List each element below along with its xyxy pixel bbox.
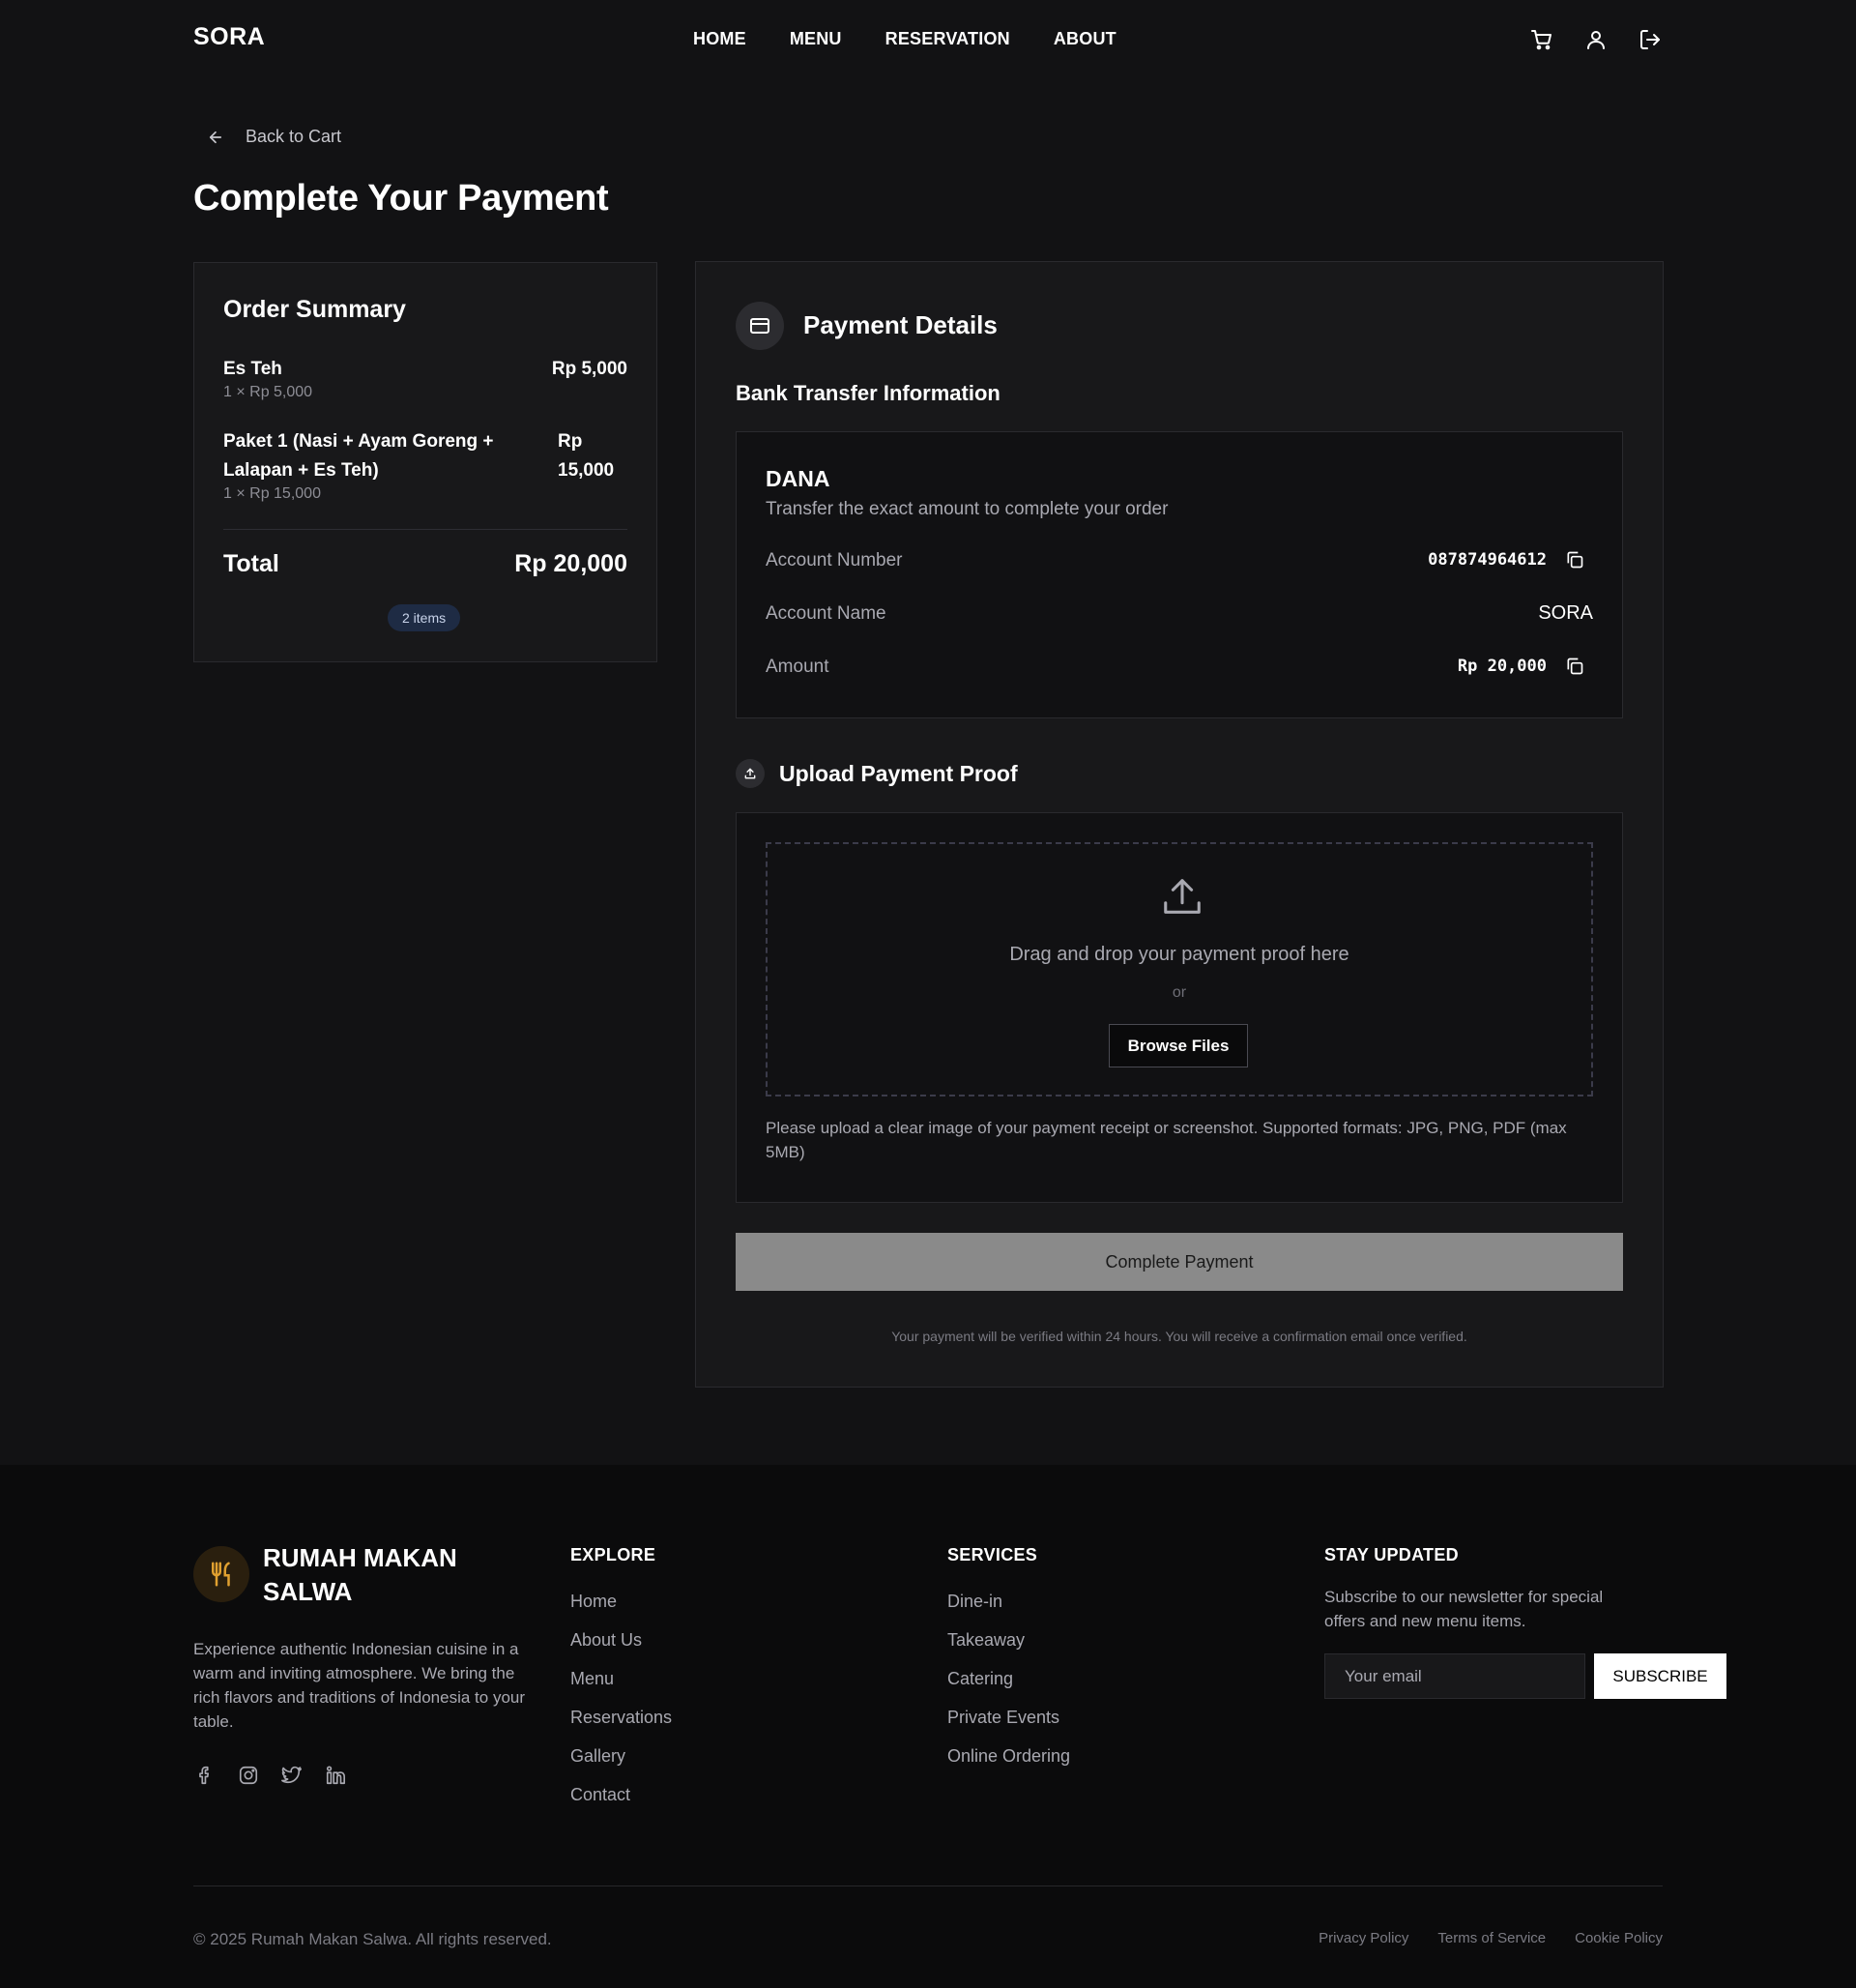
summary-divider [223,529,627,530]
instagram-icon[interactable] [237,1764,260,1787]
header-actions [1529,27,1663,52]
items-count-badge: 2 items [388,604,461,631]
site-footer: RUMAH MAKAN SALWA Experience authentic I… [0,1465,1856,1988]
twitter-icon[interactable] [280,1764,304,1787]
arrow-left-icon [207,129,224,146]
order-item: Es Teh 1 × Rp 5,000 [223,355,513,401]
back-to-cart-label: Back to Cart [246,127,342,146]
linkedin-icon[interactable] [324,1764,347,1787]
footer-newsletter-title: STAY UPDATED [1324,1545,1459,1564]
order-item-name: Es Teh [223,359,282,379]
bank-description: Transfer the exact amount to complete yo… [766,499,1169,519]
newsletter-email-input[interactable] [1324,1653,1585,1699]
upload-note: Please upload a clear image of your paym… [766,1119,1567,1161]
footer-explore-title: EXPLORE [570,1545,656,1564]
facebook-icon[interactable] [193,1764,217,1787]
total-value: Rp 20,000 [514,550,627,577]
footer-services-title: SERVICES [947,1545,1038,1564]
order-summary-card: Order Summary Es Teh 1 × Rp 5,000 Rp 5,0… [193,262,657,662]
privacy-policy-link[interactable]: Privacy Policy [1319,1930,1408,1946]
verification-note: Your payment will be verified within 24 … [891,1329,1467,1344]
account-number-value: 087874964612 [1428,550,1547,570]
account-number-label: Account Number [766,550,903,570]
total-label: Total [223,550,279,577]
bank-name: DANA [766,466,830,491]
footer-description: Experience authentic Indonesian cuisine … [193,1640,526,1731]
logout-icon[interactable] [1638,27,1663,52]
copy-amount-icon[interactable] [1564,656,1585,677]
restaurant-utensils-icon [193,1546,249,1602]
order-item: Paket 1 (Nasi + Ayam Goreng + Lalapan + … [223,427,513,503]
nav-home[interactable]: HOME [693,29,746,49]
page-title: Complete Your Payment [193,178,609,219]
back-to-cart-link[interactable]: Back to Cart [207,127,341,147]
drop-zone-text: Drag and drop your payment proof here [1009,944,1349,965]
footer-brand: RUMAH MAKAN SALWA [263,1543,457,1606]
nav-about[interactable]: ABOUT [1054,29,1116,49]
upload-proof-title: Upload Payment Proof [779,761,1018,786]
order-item-name: Paket 1 (Nasi + Ayam Goreng + Lalapan + … [223,431,494,481]
footer-link-online-ordering[interactable]: Online Ordering [947,1746,1070,1767]
bank-info-box: DANA Transfer the exact amount to comple… [736,431,1623,718]
payment-details-card: Payment Details Bank Transfer Informatio… [695,261,1664,1388]
order-item-price: Rp 15,000 [558,431,615,481]
newsletter-description: Subscribe to our newsletter for special … [1324,1588,1604,1630]
subscribe-button[interactable]: SUBSCRIBE [1594,1653,1726,1699]
footer-link-menu[interactable]: Menu [570,1669,614,1689]
footer-link-takeaway[interactable]: Takeaway [947,1630,1025,1651]
amount-value: Rp 20,000 [1457,657,1547,676]
nav-menu[interactable]: MENU [790,29,842,49]
footer-link-dine-in[interactable]: Dine-in [947,1592,1002,1612]
footer-link-about-us[interactable]: About Us [570,1630,642,1651]
upload-icon [1160,875,1204,920]
footer-link-gallery[interactable]: Gallery [570,1746,625,1767]
upload-box: Drag and drop your payment proof here or… [736,812,1623,1203]
complete-payment-button[interactable]: Complete Payment [736,1233,1623,1291]
amount-label: Amount [766,657,829,677]
upload-small-icon [736,759,765,788]
legal-links: Privacy Policy Terms of Service Cookie P… [1319,1930,1663,1946]
drop-zone-or: or [1172,984,1187,1001]
order-item-detail: 1 × Rp 15,000 [223,485,321,502]
cart-icon[interactable] [1529,27,1554,52]
payment-details-title: Payment Details [803,310,998,339]
footer-link-reservations[interactable]: Reservations [570,1708,672,1728]
footer-link-catering[interactable]: Catering [947,1669,1013,1689]
order-item-price: Rp 5,000 [551,359,627,379]
social-links [193,1764,347,1787]
file-drop-zone[interactable]: Drag and drop your payment proof here or… [766,842,1593,1096]
site-logo[interactable]: SORA [193,23,265,51]
browse-files-button[interactable]: Browse Files [1109,1024,1248,1067]
order-item-detail: 1 × Rp 5,000 [223,384,313,400]
bank-transfer-title: Bank Transfer Information [736,381,1000,405]
cookie-policy-link[interactable]: Cookie Policy [1575,1930,1663,1946]
terms-of-service-link[interactable]: Terms of Service [1437,1930,1546,1946]
amount-row: Rp 20,000 [1458,656,1585,677]
user-icon[interactable] [1583,27,1609,52]
account-name-value: SORA [1538,602,1593,624]
copy-account-number-icon[interactable] [1564,549,1585,570]
account-name-label: Account Name [766,603,886,624]
footer-link-contact[interactable]: Contact [570,1785,630,1805]
order-summary-title: Order Summary [223,296,406,323]
footer-link-home[interactable]: Home [570,1592,617,1612]
main-nav: HOME MENU RESERVATION ABOUT [693,29,1116,49]
copyright-text: © 2025 Rumah Makan Salwa. All rights res… [193,1930,552,1948]
nav-reservation[interactable]: RESERVATION [885,29,1010,49]
credit-card-icon [736,302,784,350]
footer-link-private-events[interactable]: Private Events [947,1708,1059,1728]
account-number-row: 087874964612 [1428,549,1585,570]
